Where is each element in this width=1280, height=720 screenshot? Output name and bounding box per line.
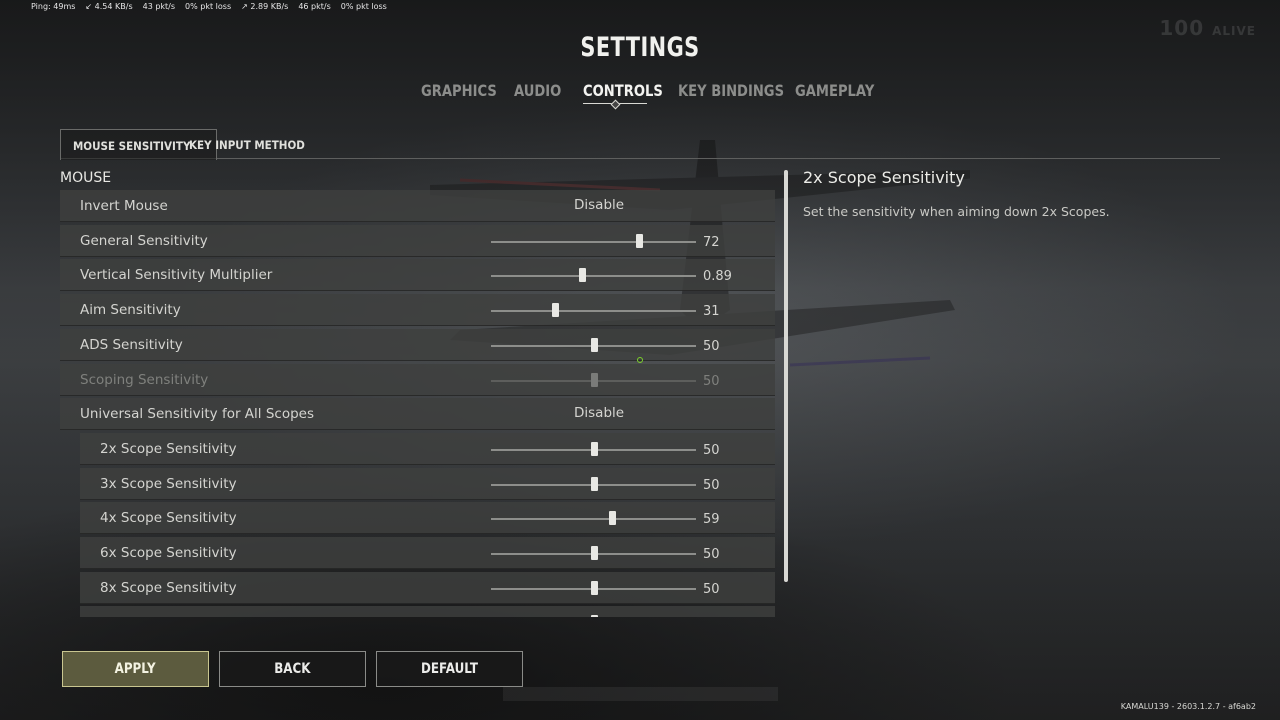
download-rate: 4.54 KB/s xyxy=(94,2,133,11)
upload-rate: 2.89 KB/s xyxy=(250,2,289,11)
active-tab-indicator xyxy=(583,103,647,104)
slider-thumb[interactable] xyxy=(552,303,559,317)
default-button-label: DEFAULT xyxy=(420,661,479,677)
slider-row[interactable]: 3x Scope Sensitivity 50 xyxy=(80,468,775,500)
apply-button[interactable]: APPLY xyxy=(62,651,209,687)
setting-label: 4x Scope Sensitivity xyxy=(100,510,237,526)
slider-value: 31 xyxy=(703,304,720,319)
setting-label: Universal Sensitivity for All Scopes xyxy=(80,406,314,422)
slider-value: 50 xyxy=(703,443,720,458)
slider-value: 50 xyxy=(703,339,720,354)
upload-arrow-icon: ↗ xyxy=(241,2,248,11)
slider-row[interactable]: 2x Scope Sensitivity 50 xyxy=(80,433,775,465)
subtab-key-input-method-label: KEY INPUT METHOD xyxy=(189,138,305,152)
subtab-mouse-sensitivity-label: MOUSE SENSITIVITY xyxy=(73,139,191,153)
slider-thumb[interactable] xyxy=(591,546,598,560)
back-button-label: BACK xyxy=(274,661,311,677)
setting-label: ADS Sensitivity xyxy=(80,337,183,353)
upload-loss: 0% pkt loss xyxy=(340,2,387,11)
slider-row[interactable]: Vertical Sensitivity Multiplier 0.89 xyxy=(60,259,775,291)
setting-label: 6x Scope Sensitivity xyxy=(100,545,237,561)
toggle-row[interactable]: Universal Sensitivity for All Scopes Disa… xyxy=(60,398,775,430)
cursor-icon xyxy=(637,357,643,363)
download-arrow-icon: ↙ xyxy=(85,2,93,11)
slider-row[interactable]: 6x Scope Sensitivity 50 xyxy=(80,537,775,569)
setting-label: 8x Scope Sensitivity xyxy=(100,580,237,596)
slider-track[interactable] xyxy=(491,275,696,277)
tab-graphics[interactable]: GRAPHICS xyxy=(421,81,497,100)
slider-track[interactable] xyxy=(491,518,696,520)
settings-list[interactable]: Invert Mouse Disable General Sensitivity 72… xyxy=(60,190,775,617)
download-stats: ↙ 4.54 KB/s xyxy=(85,2,132,11)
slider-thumb[interactable] xyxy=(636,234,643,248)
alive-label: ALIVE xyxy=(1212,24,1256,38)
tab-controls[interactable]: CONTROLS xyxy=(583,81,663,100)
slider-row[interactable]: 8x Scope Sensitivity 50 xyxy=(80,572,775,604)
slider-thumb[interactable] xyxy=(591,615,598,617)
slider-thumb[interactable] xyxy=(591,338,598,352)
apply-button-label: APPLY xyxy=(114,661,156,677)
back-button[interactable]: BACK xyxy=(219,651,366,687)
tab-key-bindings[interactable]: KEY BINDINGS xyxy=(678,81,784,100)
slider-thumb[interactable] xyxy=(591,442,598,456)
help-description: Set the sensitivity when aiming down 2x … xyxy=(803,204,1110,219)
setting-label: 3x Scope Sensitivity xyxy=(100,476,237,492)
slider-thumb xyxy=(591,373,598,387)
setting-label: General Sensitivity xyxy=(80,233,208,249)
section-label-mouse: MOUSE xyxy=(60,170,112,186)
slider-value: 72 xyxy=(703,235,720,250)
page-title: SETTINGS xyxy=(580,32,700,63)
slider-row[interactable] xyxy=(80,606,775,617)
upload-stats: ↗ 2.89 KB/s xyxy=(241,2,288,11)
version-text: KAMALU139 - 2603.1.2.7 - af6ab2 xyxy=(1120,702,1256,711)
setting-label: Scoping Sensitivity xyxy=(80,372,209,388)
toggle-value[interactable]: Disable xyxy=(574,190,624,221)
slider-thumb[interactable] xyxy=(591,581,598,595)
scrollbar[interactable] xyxy=(784,170,788,582)
help-title: 2x Scope Sensitivity xyxy=(803,168,965,187)
toggle-value[interactable]: Disable xyxy=(574,398,624,429)
slider-thumb[interactable] xyxy=(609,511,616,525)
slider-row[interactable]: General Sensitivity 72 xyxy=(60,225,775,257)
setting-label: 2x Scope Sensitivity xyxy=(100,441,237,457)
slider-row[interactable]: Aim Sensitivity 31 xyxy=(60,294,775,326)
toggle-row[interactable]: Invert Mouse Disable xyxy=(60,190,775,222)
download-packets: 43 pkt/s xyxy=(142,2,176,11)
slider-thumb[interactable] xyxy=(591,477,598,491)
tab-gameplay[interactable]: GAMEPLAY xyxy=(795,81,874,100)
download-loss: 0% pkt loss xyxy=(185,2,232,11)
setting-label: Invert Mouse xyxy=(80,198,168,214)
slider-value: 50 xyxy=(703,478,720,493)
network-stats: Ping: 49ms ↙ 4.54 KB/s 43 pkt/s 0% pkt l… xyxy=(31,2,387,11)
slider-row[interactable]: 4x Scope Sensitivity 59 xyxy=(80,502,775,534)
subtab-key-input-method[interactable]: KEY INPUT METHOD xyxy=(177,129,330,159)
slider-value: 50 xyxy=(703,547,720,562)
slider-thumb[interactable] xyxy=(579,268,586,282)
slider-value: 50 xyxy=(703,582,720,597)
slider-row[interactable]: ADS Sensitivity 50 xyxy=(60,329,775,361)
setting-label: Vertical Sensitivity Multiplier xyxy=(80,267,273,283)
setting-label: Aim Sensitivity xyxy=(80,302,181,318)
bottom-scroll-track xyxy=(503,687,778,701)
upload-packets: 46 pkt/s xyxy=(298,2,331,11)
slider-row: Scoping Sensitivity 50 xyxy=(60,364,775,396)
default-button[interactable]: DEFAULT xyxy=(376,651,523,687)
subtab-bar: MOUSE SENSITIVITY KEY INPUT METHOD xyxy=(60,129,1220,160)
tab-audio[interactable]: AUDIO xyxy=(514,81,561,100)
slider-value: 0.89 xyxy=(703,269,732,284)
slider-track[interactable] xyxy=(491,310,696,312)
ping-text: Ping: 49ms xyxy=(31,2,76,11)
slider-value: 59 xyxy=(703,512,720,527)
slider-value: 50 xyxy=(703,374,720,389)
slider-track[interactable] xyxy=(491,241,696,243)
